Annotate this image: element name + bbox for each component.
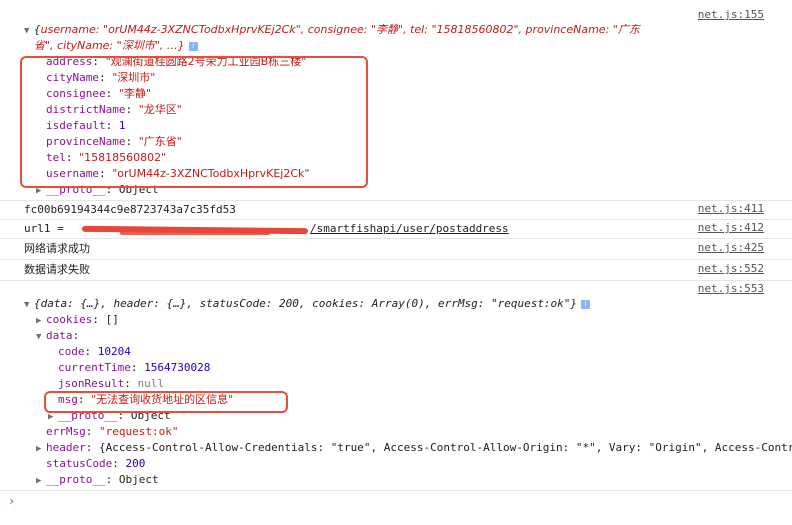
- source-link[interactable]: net.js:412: [698, 221, 764, 234]
- property-value: 1564730028: [144, 361, 211, 374]
- data-row[interactable]: ▼ data:: [36, 328, 79, 344]
- cookies-row[interactable]: ▶ cookies: []: [36, 312, 119, 328]
- object-summary[interactable]: ▼ {username: "orUM44z-3XZNCTodbxHprvKEj2C…: [24, 22, 640, 38]
- source-link[interactable]: net.js:553: [698, 282, 764, 295]
- property-currenttime: currentTime: 1564730028: [58, 361, 211, 374]
- source-link[interactable]: net.js:411: [698, 202, 764, 215]
- property-key: jsonResult: [58, 377, 125, 390]
- object-summary-text: username: "orUM44z-3XZNCTodbxHprvKEj2Ck"…: [40, 23, 640, 36]
- console-message-hash: fc00b69194344c9e8723743a7c35fd53 net.js:…: [0, 200, 792, 220]
- message-text: 网络请求成功: [24, 242, 90, 255]
- console-message-data-failed: 数据请求失败 net.js:552: [0, 259, 792, 281]
- collapsed-triangle-icon[interactable]: ▶: [36, 441, 46, 457]
- property-key: currentTime: [58, 361, 131, 374]
- info-icon[interactable]: i: [188, 41, 198, 51]
- statuscode-row: statusCode: 200: [46, 457, 146, 470]
- property-code: code: 10204: [58, 345, 131, 358]
- object-summary-continued: 省", cityName: "深圳市", …} i: [34, 38, 198, 54]
- url-prefix: url1 =: [24, 222, 64, 235]
- console-message-response-object: net.js:553 ▼ {data: {…}, header: {…}, sta…: [0, 280, 792, 491]
- errmsg-row: errMsg: "request:ok": [46, 425, 179, 438]
- collapsed-triangle-icon[interactable]: ▶: [36, 313, 46, 329]
- info-icon[interactable]: i: [581, 299, 591, 309]
- property-jsonresult: jsonResult: null: [58, 377, 164, 390]
- expand-triangle-icon[interactable]: ▼: [24, 23, 34, 39]
- expand-triangle-icon[interactable]: ▼: [24, 297, 34, 313]
- message-text: 数据请求失败: [24, 263, 90, 276]
- expand-triangle-icon[interactable]: ▼: [36, 329, 46, 345]
- source-link[interactable]: net.js:425: [698, 241, 764, 254]
- source-link[interactable]: net.js:155: [698, 8, 764, 21]
- url-link[interactable]: /smartfishapi/user/postaddress: [310, 221, 509, 237]
- redaction-mark: [120, 231, 270, 235]
- prompt-chevron-icon: ›: [8, 494, 16, 508]
- property-value: null: [137, 377, 164, 390]
- collapsed-triangle-icon[interactable]: ▶: [36, 473, 46, 489]
- property-value: 10204: [97, 345, 131, 358]
- response-summary[interactable]: ▼ {data: {…}, header: {…}, statusCode: 20…: [24, 296, 591, 313]
- console-message-request-success: 网络请求成功 net.js:425: [0, 238, 792, 260]
- console-prompt[interactable]: ›: [8, 494, 15, 508]
- highlight-box-msg: [44, 391, 288, 413]
- property-key: code: [58, 345, 85, 358]
- proto-row[interactable]: ▶ __proto__: Object: [36, 472, 159, 488]
- highlight-box-address-props: [20, 56, 368, 188]
- message-text: fc00b69194344c9e8723743a7c35fd53: [24, 203, 236, 216]
- source-link[interactable]: net.js:552: [698, 262, 764, 275]
- header-row[interactable]: ▶ header: {Access-Control-Allow-Credentia…: [36, 440, 792, 456]
